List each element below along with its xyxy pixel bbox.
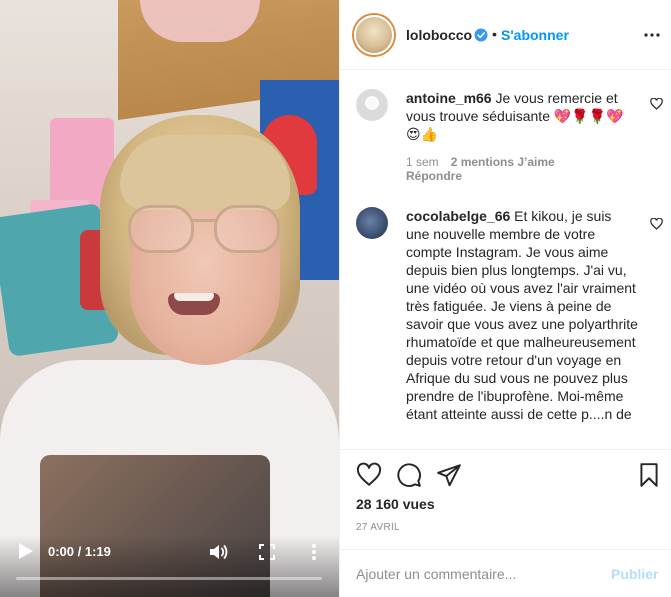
comments-list[interactable]: antoine_m66 Je vous remercie et vous tro… — [340, 71, 671, 449]
heart-icon[interactable] — [650, 217, 663, 230]
view-count[interactable]: 28 160 vues — [356, 496, 435, 512]
add-comment-bar: Publier — [340, 549, 671, 597]
follow-button[interactable]: S'abonner — [501, 27, 569, 43]
comment-time[interactable]: 1 sem — [406, 155, 439, 169]
video-progress-bar[interactable] — [16, 577, 322, 580]
video-player[interactable]: 0:00 / 1:19 — [0, 0, 339, 597]
comment-item: cocolabelge_66 Et kikou, je suis une nou… — [340, 207, 671, 449]
more-horizontal-icon[interactable] — [642, 26, 662, 44]
verified-badge-icon — [474, 28, 488, 42]
comment-meta: 1 sem 2 mentions J’aime — [406, 155, 567, 169]
more-vertical-icon[interactable] — [306, 542, 322, 562]
post-header: lolobocco • S'abonner — [340, 0, 671, 70]
post-side-panel: lolobocco • S'abonner antoine_m66 Je vou… — [339, 0, 671, 597]
comment-input[interactable] — [356, 564, 596, 584]
author-avatar[interactable] — [354, 15, 394, 55]
comment-text-block: cocolabelge_66 Et kikou, je suis une nou… — [406, 207, 638, 423]
heart-icon[interactable] — [650, 97, 663, 110]
bookmark-icon[interactable] — [636, 462, 662, 488]
post-date[interactable]: 27 AVRIL — [356, 522, 400, 533]
post-actions: 28 160 vues 27 AVRIL — [340, 449, 671, 549]
reply-button[interactable]: Répondre — [406, 169, 462, 183]
fullscreen-icon[interactable] — [258, 543, 276, 561]
comment-text-block: antoine_m66 Je vous remercie et vous tro… — [406, 89, 638, 143]
author-username[interactable]: lolobocco — [406, 27, 472, 43]
video-frame — [0, 0, 339, 597]
commenter-avatar[interactable] — [356, 89, 388, 121]
comment-bubble-icon[interactable] — [396, 462, 422, 488]
comment-username[interactable]: cocolabelge_66 — [406, 208, 510, 224]
video-time: 0:00 / 1:19 — [48, 544, 111, 559]
comment-text: Et kikou, je suis une nouvelle membre de… — [406, 208, 638, 422]
comment-username[interactable]: antoine_m66 — [406, 90, 492, 106]
like-heart-icon[interactable] — [356, 462, 382, 488]
share-paper-plane-icon[interactable] — [436, 462, 462, 488]
play-icon[interactable] — [16, 540, 36, 562]
separator-dot: • — [492, 26, 497, 42]
commenter-avatar[interactable] — [356, 207, 388, 239]
publish-button[interactable]: Publier — [611, 566, 658, 582]
comment-likes[interactable]: 2 mentions J’aime — [451, 155, 555, 169]
volume-icon[interactable] — [208, 542, 230, 562]
comment-item: antoine_m66 Je vous remercie et vous tro… — [340, 87, 671, 199]
